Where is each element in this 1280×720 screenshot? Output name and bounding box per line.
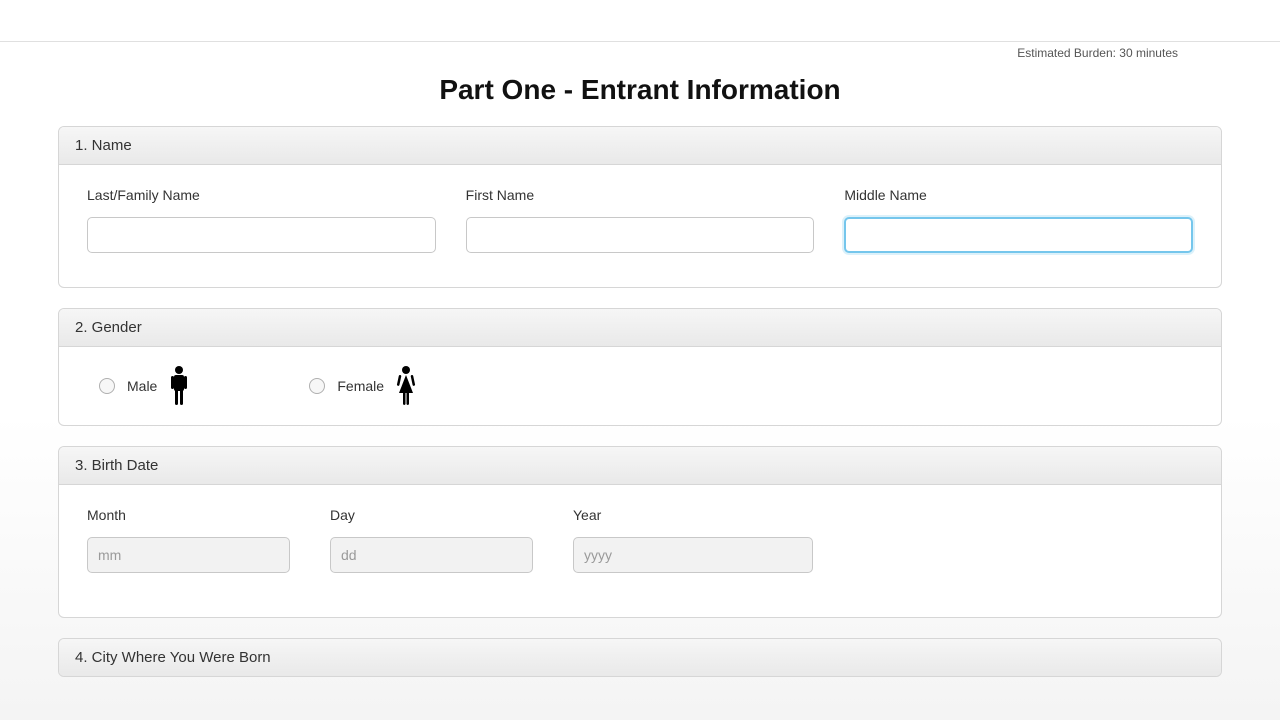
- first-name-label: First Name: [466, 187, 815, 203]
- section-gender-body: Male Female: [59, 347, 1221, 425]
- section-name-body: Last/Family Name First Name Middle Name: [59, 165, 1221, 287]
- section-gender: 2. Gender Male Female: [58, 308, 1222, 426]
- gender-male-label: Male: [127, 378, 157, 394]
- section-city: 4. City Where You Were Born: [58, 638, 1222, 677]
- page-title: Part One - Entrant Information: [58, 74, 1222, 106]
- field-first-name: First Name: [466, 187, 815, 253]
- last-name-label: Last/Family Name: [87, 187, 436, 203]
- year-label: Year: [573, 507, 813, 523]
- field-day: Day: [330, 507, 533, 573]
- male-icon: [169, 365, 189, 407]
- field-last-name: Last/Family Name: [87, 187, 436, 253]
- section-name: 1. Name Last/Family Name First Name Midd…: [58, 126, 1222, 288]
- estimated-burden: Estimated Burden: 30 minutes: [58, 42, 1222, 60]
- gender-female-radio[interactable]: [309, 378, 325, 394]
- female-icon: [396, 365, 416, 407]
- first-name-input[interactable]: [466, 217, 815, 253]
- middle-name-input[interactable]: [844, 217, 1193, 253]
- field-month: Month: [87, 507, 290, 573]
- field-year: Year: [573, 507, 813, 573]
- section-name-header: 1. Name: [59, 127, 1221, 165]
- section-city-header: 4. City Where You Were Born: [59, 639, 1221, 676]
- month-input[interactable]: [87, 537, 290, 573]
- day-input[interactable]: [330, 537, 533, 573]
- page-content: Estimated Burden: 30 minutes Part One - …: [0, 42, 1280, 720]
- field-middle-name: Middle Name: [844, 187, 1193, 253]
- section-birth-body: Month Day Year: [59, 485, 1221, 617]
- day-label: Day: [330, 507, 533, 523]
- top-bar: [0, 0, 1280, 42]
- section-gender-header: 2. Gender: [59, 309, 1221, 347]
- gender-male-radio[interactable]: [99, 378, 115, 394]
- middle-name-label: Middle Name: [844, 187, 1193, 203]
- section-birth-date: 3. Birth Date Month Day Year: [58, 446, 1222, 618]
- month-label: Month: [87, 507, 290, 523]
- section-birth-header: 3. Birth Date: [59, 447, 1221, 485]
- gender-female-option[interactable]: Female: [309, 365, 416, 407]
- last-name-input[interactable]: [87, 217, 436, 253]
- year-input[interactable]: [573, 537, 813, 573]
- gender-female-label: Female: [337, 378, 384, 394]
- gender-male-option[interactable]: Male: [99, 365, 189, 407]
